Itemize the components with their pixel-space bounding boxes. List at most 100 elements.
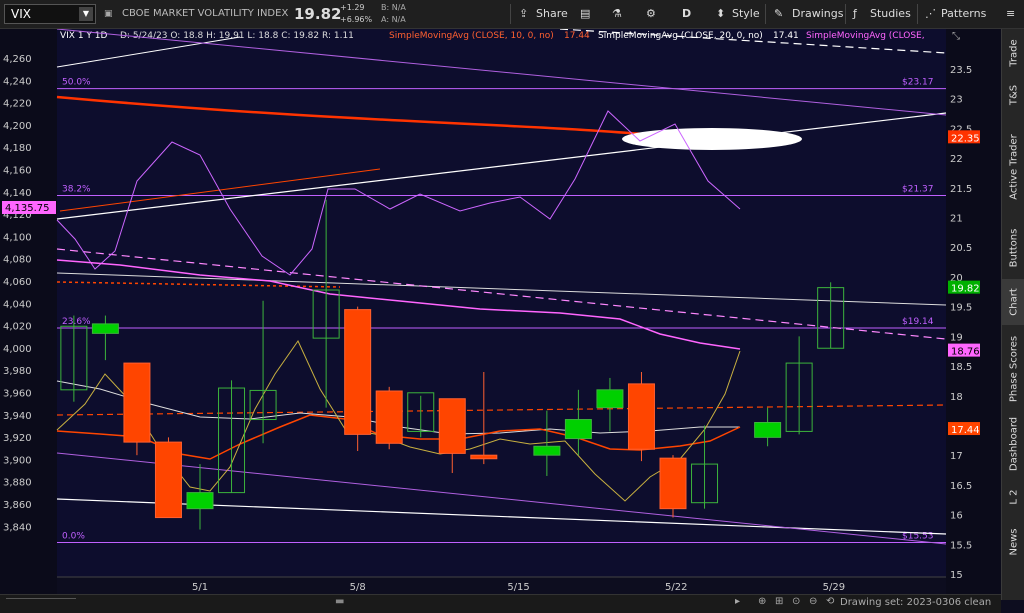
gear-icon[interactable]: ⚙	[646, 0, 656, 28]
candle-body	[596, 389, 624, 409]
candle-body	[344, 309, 372, 435]
fib-level-value: $21.37	[902, 185, 934, 195]
chevron-down-icon[interactable]: ▼	[79, 7, 93, 21]
right-axis-tick: 19.5	[950, 303, 972, 314]
tab-chart[interactable]: Chart	[1002, 279, 1024, 325]
left-axis-tick: 4,100	[3, 232, 32, 243]
tab-label: Phase Scores	[1008, 335, 1019, 403]
left-axis-tick: 4,040	[3, 299, 32, 310]
tab-dashboard[interactable]: Dashboard	[1002, 413, 1024, 475]
drawings-button[interactable]: Drawings	[792, 0, 843, 28]
crosshair-icon[interactable]: ⊕	[758, 596, 766, 607]
candle-body	[91, 323, 119, 334]
drawing-set-label[interactable]: Drawing set: 2023-0306 clean	[840, 597, 991, 608]
x-axis-tick: 5/22	[665, 582, 687, 593]
right-axis-tick: 21	[950, 214, 963, 225]
left-axis-tick: 4,080	[3, 255, 32, 266]
aggregation-button[interactable]: D	[682, 0, 691, 28]
left-axis-tick: 4,260	[3, 54, 32, 65]
right-axis-tick: 19	[950, 332, 963, 343]
tag-last-price: 19.82	[951, 284, 980, 295]
left-axis-tick: 3,880	[3, 478, 32, 489]
candle-body	[154, 441, 182, 519]
candle-body	[533, 445, 561, 456]
link-icon[interactable]: ▣	[104, 0, 113, 28]
fib-level-value: $19.14	[902, 317, 934, 327]
scroll-handle[interactable]: ▬	[335, 596, 344, 607]
last-price: 19.82	[294, 5, 342, 23]
tag-pink-ma: 18.76	[951, 347, 980, 358]
scroll-track[interactable]	[6, 598, 76, 607]
candle-body	[375, 390, 403, 444]
candle-body	[470, 454, 498, 460]
left-axis-tick: 4,200	[3, 121, 32, 132]
share-button[interactable]: Share	[536, 0, 568, 28]
divider	[765, 4, 766, 24]
studies-icon: ƒ	[853, 7, 857, 20]
candle-body	[627, 383, 655, 450]
candle-body	[123, 362, 151, 443]
tab-time-sales[interactable]: T&S	[1002, 77, 1024, 113]
symbol-text: VIX	[11, 7, 31, 21]
menu-icon[interactable]: ≡	[1006, 0, 1015, 28]
header-sma3: SimpleMovingAvg (CLOSE,	[806, 31, 925, 41]
tab-phase-scores[interactable]: Phase Scores	[1002, 329, 1024, 409]
left-axis-tick: 4,140	[3, 188, 32, 199]
tab-buttons[interactable]: Buttons	[1002, 221, 1024, 275]
flask-icon[interactable]: ⚗	[612, 0, 622, 28]
studies-button[interactable]: Studies	[870, 0, 911, 28]
symbol-input[interactable]: VIX ▼	[4, 4, 96, 24]
left-axis-tick: 4,160	[3, 166, 32, 177]
right-axis-tick: 17	[950, 451, 963, 462]
header-ohlc: D: 5/24/23 O: 18.8 H: 19.91 L: 18.8 C: 1…	[120, 31, 354, 41]
header-sma20-value: 17.41	[773, 31, 799, 41]
left-axis-tick: 3,960	[3, 389, 32, 400]
right-tab-strip: Trade T&S Active Trader Buttons Chart Ph…	[1001, 29, 1024, 600]
style-button[interactable]: Style	[732, 0, 760, 28]
header-symbol: VIX 1 Y 1D	[60, 31, 108, 41]
divider	[845, 4, 846, 24]
zoom-icon[interactable]: ⊙	[792, 596, 800, 607]
tab-label: Chart	[1008, 288, 1019, 316]
left-axis-tick: 4,240	[3, 76, 32, 87]
tab-label: T&S	[1008, 84, 1019, 106]
scroll-right-icon[interactable]: ▸	[735, 596, 740, 607]
tab-level-2[interactable]: L 2	[1002, 479, 1024, 515]
right-axis-tick: 15.5	[950, 540, 972, 551]
left-axis-tick: 3,980	[3, 366, 32, 377]
pan-icon[interactable]: ⊞	[775, 596, 783, 607]
x-axis-tick: 5/1	[192, 582, 208, 593]
save-icon[interactable]: ▤	[580, 0, 590, 28]
share-icon[interactable]: ⇪	[519, 0, 528, 28]
tab-active-trader[interactable]: Active Trader	[1002, 117, 1024, 217]
left-axis-tick: 4,020	[3, 322, 32, 333]
drawings-icon: ✎	[774, 7, 784, 20]
tab-label: Trade	[1008, 39, 1019, 67]
zoom-out-icon[interactable]: ⊖	[809, 596, 817, 607]
x-axis-tick: 5/8	[350, 582, 366, 593]
tab-news[interactable]: News	[1002, 519, 1024, 565]
tab-label: Dashboard	[1008, 416, 1019, 472]
price-chart[interactable]: VIX 1 Y 1D D: 5/24/23 O: 18.8 H: 19.91 L:…	[0, 29, 1001, 594]
left-axis-tick: 3,920	[3, 433, 32, 444]
tab-trade[interactable]: Trade	[1002, 33, 1024, 73]
candle-body	[564, 419, 592, 440]
left-axis-tick: 3,940	[3, 411, 32, 422]
right-axis-tick: 21.5	[950, 184, 972, 195]
style-icon: ⬍	[716, 7, 726, 20]
divider	[917, 4, 918, 24]
tag-sma10: 17.44	[951, 425, 980, 436]
x-axis-tick: 5/15	[507, 582, 529, 593]
top-toolbar: VIX ▼ ▣ CBOE MARKET VOLATILITY INDEX 19.…	[0, 0, 1024, 29]
highlight-ellipse	[622, 128, 802, 150]
bottom-bar: ▬ ▸ ⊕ ⊞ ⊙ ⊖ ⟲ Drawing set: 2023-0306 cle…	[0, 594, 1001, 613]
fib-level-pct: 23.6%	[62, 317, 91, 327]
right-axis-tick: 22	[950, 154, 963, 165]
reset-icon[interactable]: ⟲	[826, 596, 834, 607]
right-axis-tick: 20.5	[950, 243, 972, 254]
left-axis-tick: 3,840	[3, 522, 32, 533]
patterns-button[interactable]: Patterns	[941, 0, 986, 28]
left-axis-tick: 4,060	[3, 277, 32, 288]
right-axis-tick: 15	[950, 570, 963, 581]
instrument-title: CBOE MARKET VOLATILITY INDEX	[122, 8, 289, 19]
